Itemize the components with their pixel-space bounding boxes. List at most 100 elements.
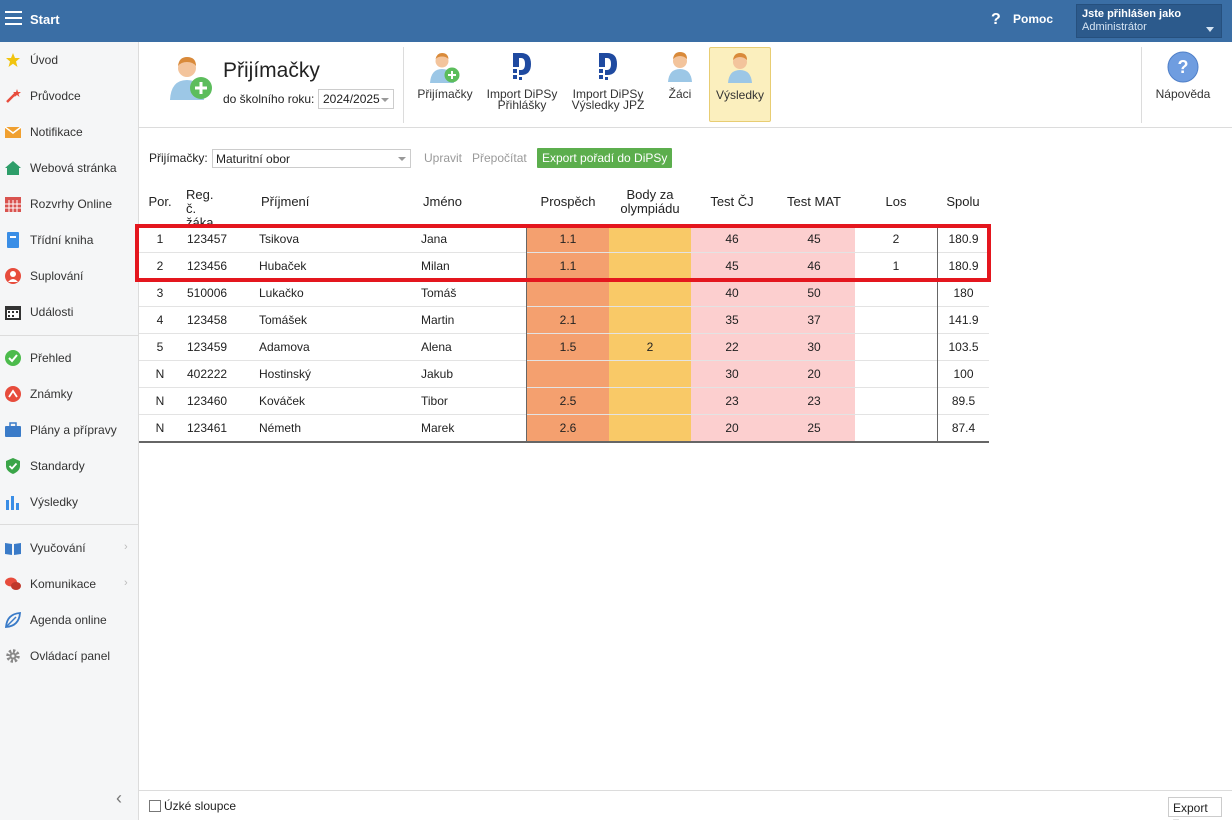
sidebar-item-label: Suplování (30, 269, 84, 283)
grade-icon (5, 386, 21, 402)
table-row[interactable]: N 123460 Kováček Tibor 2.5 23 23 89.5 (139, 388, 989, 415)
cell-olympiada (609, 280, 691, 306)
cell-olympiada (609, 415, 691, 441)
person-icon (5, 268, 21, 284)
cell-test-cj: 30 (691, 361, 773, 387)
sidebar-item-rozvrhy-online[interactable]: Rozvrhy Online (0, 189, 138, 219)
sidebar-item-tridni-kniha[interactable]: Třídní kniha (0, 225, 138, 255)
sidebar-item-label: Známky (30, 387, 73, 401)
table-row[interactable]: 4 123458 Tomášek Martin 2.1 35 37 141.9 (139, 307, 989, 334)
sidebar-item-znamky[interactable]: Známky (0, 379, 138, 409)
cell-por: N (155, 367, 165, 381)
sidebar-item-prehled[interactable]: Přehled (0, 343, 138, 373)
school-year-value: 2024/2025 (323, 92, 380, 106)
cell-por: 3 (156, 286, 164, 300)
column-header-jmeno[interactable]: Jméno (423, 195, 473, 209)
cell-reg: 123458 (187, 313, 228, 327)
magic-wand-icon (6, 89, 21, 103)
toolbar-divider (403, 47, 404, 123)
toolbar-import-dipsy-vysledky-button[interactable]: Import DiPSy Výsledky JPZ (569, 47, 647, 122)
cell-jmeno: Tibor (421, 394, 448, 408)
table-row[interactable]: 5 123459 Adamova Alena 1.5 2 22 30 103.5 (139, 334, 989, 361)
sidebar-item-label: Výsledky (30, 495, 79, 509)
page-title: Přijímačky (223, 59, 320, 82)
cell-los (855, 280, 937, 306)
collapse-sidebar-icon[interactable]: ‹ (116, 788, 122, 809)
book-icon (7, 232, 19, 248)
toolbar-import-dipsy-prihlasky-button[interactable]: Import DiPSy Přihlášky (484, 47, 560, 122)
sidebar-item-vyucovani[interactable]: Vyučování › (0, 533, 138, 563)
cell-spolu: 100 (953, 367, 974, 381)
table-row[interactable]: 3 510006 Lukačko Tomáš 40 50 180 (139, 280, 989, 307)
column-header-prospech[interactable]: Prospěch (527, 195, 609, 209)
cell-test-cj: 35 (691, 307, 773, 333)
user-menu[interactable]: Jste přihlášen jako Administrátor (1076, 4, 1222, 38)
dipsy-logo-icon (513, 53, 531, 80)
cell-spolu: 180 (953, 286, 974, 300)
sidebar-item-agenda-online[interactable]: Agenda online (0, 605, 138, 635)
app-title[interactable]: Start (30, 12, 60, 27)
cell-por: 5 (156, 340, 164, 354)
sidebar-item-notifikace[interactable]: Notifikace (0, 117, 138, 147)
sidebar-item-vysledky[interactable]: Výsledky (0, 487, 138, 517)
column-header-por[interactable]: Por. (144, 195, 176, 209)
export-dropdown-button[interactable]: Export ▾ (1168, 797, 1222, 820)
column-header-olympiada[interactable]: Body za olympiádu (609, 188, 691, 216)
cell-test-mat: 50 (773, 280, 855, 306)
sidebar-item-label: Úvod (30, 53, 59, 67)
cell-jmeno: Jakub (421, 367, 454, 381)
recalculate-link[interactable]: Přepočítat (472, 151, 527, 165)
sidebar-item-ovladaci-panel[interactable]: Ovládací panel (0, 641, 138, 671)
sidebar-item-suplovani[interactable]: Suplování (0, 261, 138, 291)
help-icon[interactable]: ? (991, 11, 1001, 29)
cell-olympiada (609, 388, 691, 414)
admissions-filter-select[interactable]: Maturitní obor (212, 149, 411, 168)
school-year-select[interactable]: 2024/2025 (318, 89, 394, 109)
column-header-spolu[interactable]: Spolu (937, 195, 989, 209)
toolbar-zaci-button[interactable]: Žáci (657, 47, 703, 122)
hamburger-menu-icon[interactable] (5, 11, 22, 25)
cell-los (855, 361, 937, 387)
sidebar-item-komunikace[interactable]: Komunikace › (0, 569, 138, 599)
person-add-icon (430, 53, 460, 83)
column-header-test-mat[interactable]: Test MAT (773, 195, 855, 209)
toolbar-button-label: Výsledky (715, 88, 765, 102)
admissions-filter-label: Přijímačky: (149, 151, 208, 165)
sidebar-item-uvod[interactable]: Úvod (0, 45, 138, 75)
sidebar-item-plany-a-pripravy[interactable]: Plány a přípravy (0, 415, 138, 445)
open-book-icon (5, 543, 21, 555)
sidebar-item-webova-stranka[interactable]: Webová stránka (0, 153, 138, 183)
cell-prospech: 1.5 (527, 334, 609, 360)
column-header-test-cj[interactable]: Test ČJ (691, 195, 773, 209)
help-link[interactable]: Pomoc (1013, 12, 1053, 26)
chevron-right-icon: › (124, 577, 128, 589)
sidebar-item-standardy[interactable]: Standardy (0, 451, 138, 481)
sidebar-item-label: Třídní kniha (30, 233, 94, 247)
sidebar-item-udalosti[interactable]: Události (0, 297, 138, 327)
table-row[interactable]: N 402222 Hostinský Jakub 30 20 100 (139, 361, 989, 388)
column-header-olympiada-line1: Body za (626, 187, 674, 202)
gear-icon (6, 649, 20, 663)
cell-reg: 123459 (187, 340, 228, 354)
briefcase-icon (5, 422, 21, 437)
table-row[interactable]: N 123461 Németh Marek 2.6 20 25 87.4 (139, 415, 989, 442)
calendar-grid-icon (5, 197, 21, 212)
toolbar-vysledky-button[interactable]: Výsledky (709, 47, 771, 122)
column-header-prijmeni[interactable]: Příjmení (261, 195, 321, 209)
toolbar-button-label: Nápověda (1155, 87, 1211, 101)
toolbar-napoveda-button[interactable]: ? Nápověda (1149, 47, 1217, 122)
sidebar-divider (0, 524, 138, 525)
column-header-los[interactable]: Los (855, 195, 937, 209)
sidebar-item-pruvodce[interactable]: Průvodce (0, 81, 138, 111)
column-header-olympiada-line2: olympiádu (620, 201, 680, 216)
sidebar-item-label: Agenda online (30, 613, 107, 627)
edit-link[interactable]: Upravit (424, 151, 462, 165)
cell-prospech: 2.5 (527, 388, 609, 414)
toolbar-prijimacky-button[interactable]: Přijímačky (414, 47, 476, 122)
sidebar-item-label: Notifikace (30, 125, 83, 139)
export-dipsy-button[interactable]: Export pořadí do DiPSy (537, 148, 673, 168)
cell-test-cj: 22 (691, 334, 773, 360)
narrow-columns-checkbox[interactable] (149, 800, 161, 812)
bar-chart-icon (6, 496, 19, 510)
narrow-columns-label[interactable]: Úzké sloupce (164, 799, 236, 813)
